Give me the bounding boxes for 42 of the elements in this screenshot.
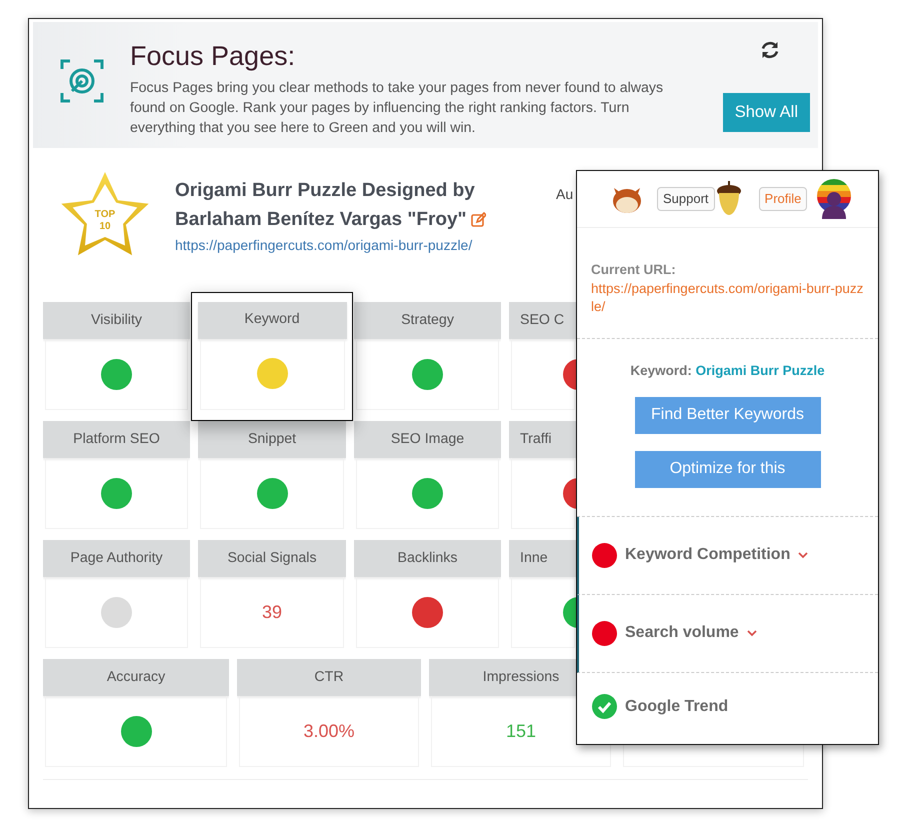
page-url-link[interactable]: https://paperfingercuts.com/origami-burr-puzzle/ — [175, 237, 472, 253]
metric-value: 3.00% — [303, 720, 355, 742]
show-all-button[interactable]: Show All — [722, 93, 810, 132]
tile-label: Traffi — [520, 430, 552, 449]
tile-label: Platform SEO — [73, 430, 160, 449]
chevron-down-icon[interactable] — [746, 630, 757, 636]
partial-label: Au — [556, 185, 574, 204]
page-title: Origami Burr Puzzle Designed by Barlaham Benítez Vargas "Froy" — [175, 180, 475, 230]
support-button[interactable]: Support — [657, 187, 715, 211]
tile-label: Accuracy — [106, 668, 166, 687]
current-url-link[interactable]: https://paperfingercuts.com/origami-burr-puzzle/ — [591, 280, 866, 316]
find-keywords-button[interactable]: Find Better Keywords — [634, 396, 820, 434]
edit-icon[interactable] — [470, 212, 486, 228]
chevron-down-icon[interactable] — [798, 552, 808, 558]
tile-label: Impressions — [482, 668, 560, 687]
url-label: Current URL: — [591, 261, 677, 279]
tile-label: Strategy — [401, 310, 454, 330]
profile-button[interactable]: Profile — [758, 187, 808, 211]
tile-label: SEO Image — [390, 430, 464, 449]
check-label: Google Trend — [625, 696, 728, 716]
tile-label: SEO C — [520, 310, 564, 330]
refresh-icon[interactable] — [760, 40, 780, 60]
tile-label: Inne — [520, 548, 548, 568]
tile-label: Page Authority — [70, 548, 163, 568]
tile-label: Keyword — [244, 310, 300, 330]
panel-description: Focus Pages bring you clear methods to take your pages from never found to always found on Google. Rank your pages by influencing the right ranking factors. Turn everything that you see here to Green and you will win. — [130, 79, 664, 138]
metric-value: 151 — [506, 720, 536, 742]
panel-title: Focus Pages: — [130, 40, 296, 73]
tile-label: Snippet — [248, 430, 296, 449]
acorn-icon — [714, 180, 743, 218]
metric-value: 39 — [262, 600, 282, 624]
keyword-value: Origami Burr Puzzle — [696, 363, 825, 378]
check-label: Keyword Competition — [625, 545, 790, 565]
optimize-button[interactable]: Optimize for this — [634, 450, 820, 488]
tile-label: CTR — [314, 668, 344, 687]
avatar-icon — [816, 179, 852, 219]
tile-label: Visibility — [91, 310, 142, 330]
target-icon[interactable] — [60, 59, 104, 103]
keyword-label: Keyword: — [630, 363, 692, 378]
tile-label: Backlinks — [398, 548, 458, 568]
check-label: Search volume — [625, 623, 739, 643]
tile-label: Social Signals — [227, 548, 317, 568]
